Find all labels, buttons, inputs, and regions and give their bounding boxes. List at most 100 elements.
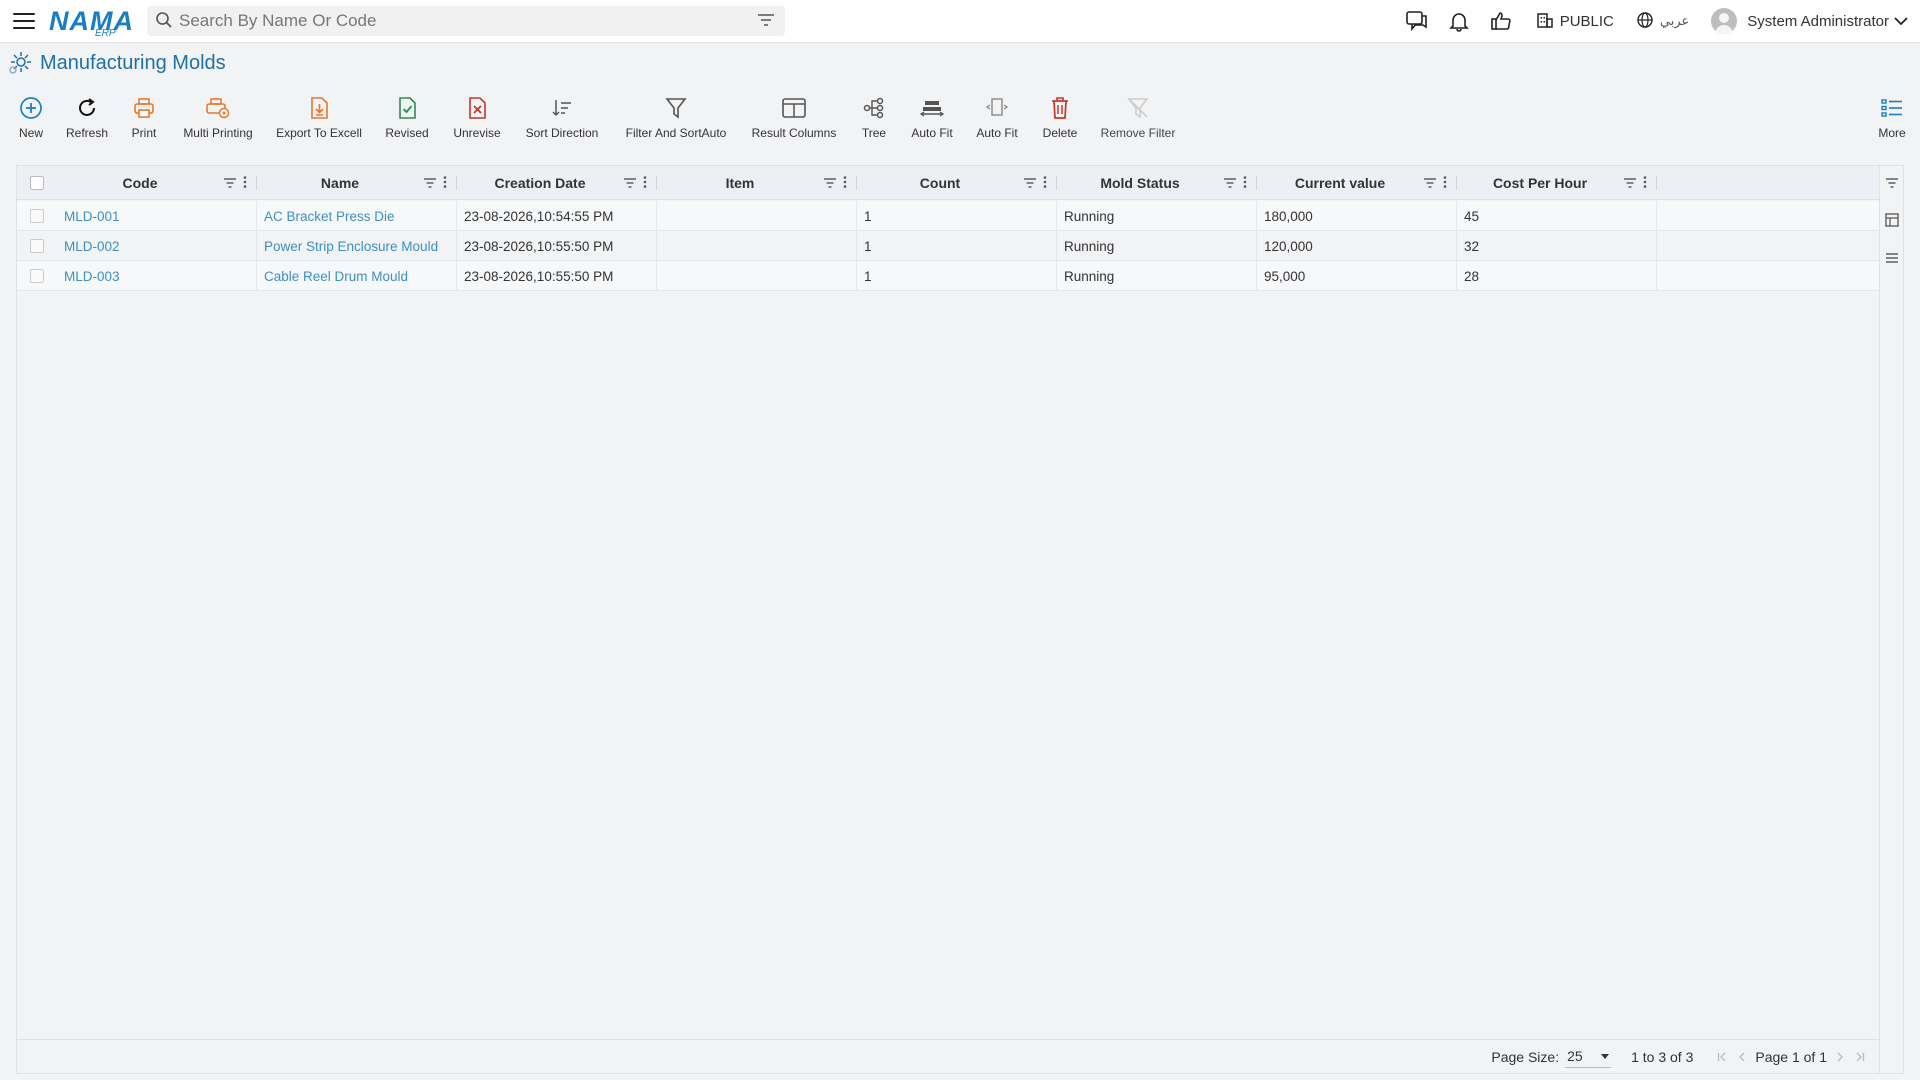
revised-button[interactable]: Revised bbox=[372, 84, 442, 154]
export-excel-button[interactable]: Export To Excell bbox=[266, 84, 372, 154]
cell-creation-date: 23-08-2026,10:55:50 PM bbox=[457, 261, 657, 291]
column-menu-icon[interactable] bbox=[243, 175, 247, 191]
more-button[interactable]: More bbox=[1870, 84, 1914, 154]
multi-printing-button[interactable]: Multi Printing bbox=[170, 84, 266, 154]
logo-sub: ERP bbox=[95, 28, 116, 39]
side-filter-icon[interactable] bbox=[1885, 176, 1899, 190]
page-size-select[interactable]: 25 bbox=[1565, 1046, 1612, 1068]
column-menu-icon[interactable] bbox=[1043, 175, 1047, 191]
cell-name[interactable]: AC Bracket Press Die bbox=[257, 201, 457, 231]
search-input[interactable] bbox=[179, 11, 757, 31]
column-filter-icon[interactable] bbox=[1623, 175, 1637, 191]
last-page-icon[interactable] bbox=[1853, 1050, 1867, 1064]
print-button[interactable]: Print bbox=[118, 84, 170, 154]
sort-direction-button[interactable]: Sort Direction bbox=[512, 84, 612, 154]
refresh-button[interactable]: Refresh bbox=[56, 84, 118, 154]
unrevise-button[interactable]: Unrevise bbox=[442, 84, 512, 154]
language-label: عربي bbox=[1659, 13, 1690, 28]
select-all-checkbox[interactable] bbox=[30, 176, 44, 190]
column-filter-icon[interactable] bbox=[1423, 175, 1437, 191]
column-header-mold-status[interactable]: Mold Status bbox=[1057, 166, 1257, 200]
auto-fit-label: Auto Fit bbox=[911, 126, 953, 140]
cell-mold-status: Running bbox=[1057, 261, 1257, 291]
column-menu-icon[interactable] bbox=[443, 175, 447, 191]
funnel-icon bbox=[664, 94, 688, 122]
globe-icon bbox=[1636, 11, 1654, 32]
row-checkbox[interactable] bbox=[30, 209, 44, 223]
chevron-down-icon bbox=[1894, 14, 1908, 29]
column-header-label: Code bbox=[122, 175, 158, 191]
file-check-icon bbox=[396, 94, 418, 122]
branch-selector[interactable]: PUBLIC bbox=[1536, 11, 1614, 32]
export-excel-label: Export To Excell bbox=[276, 126, 362, 140]
table-row[interactable]: MLD-003 Cable Reel Drum Mould 23-08-2026… bbox=[17, 261, 1879, 291]
delete-button[interactable]: Delete bbox=[1030, 84, 1090, 154]
tree-button[interactable]: Tree bbox=[848, 84, 900, 154]
column-filter-icon[interactable] bbox=[623, 175, 637, 191]
column-header-current-value[interactable]: Current value bbox=[1257, 166, 1457, 200]
multi-printer-icon bbox=[205, 94, 231, 122]
cell-creation-date: 23-08-2026,10:54:55 PM bbox=[457, 201, 657, 231]
row-checkbox[interactable] bbox=[30, 269, 44, 283]
row-checkbox[interactable] bbox=[30, 239, 44, 253]
column-header-name[interactable]: Name bbox=[257, 166, 457, 200]
next-page-icon[interactable] bbox=[1833, 1050, 1847, 1064]
column-header-count[interactable]: Count bbox=[857, 166, 1057, 200]
language-selector[interactable]: عربي bbox=[1636, 11, 1689, 32]
first-page-icon[interactable] bbox=[1715, 1050, 1729, 1064]
column-header-code[interactable]: Code bbox=[57, 166, 257, 200]
auto-fit-button[interactable]: Auto Fit bbox=[900, 84, 964, 154]
cell-name[interactable]: Power Strip Enclosure Mould bbox=[257, 231, 457, 261]
column-header-label: Mold Status bbox=[1100, 175, 1180, 191]
thumbs-up-icon[interactable] bbox=[1488, 8, 1514, 34]
column-menu-icon[interactable] bbox=[843, 175, 847, 191]
prev-page-icon[interactable] bbox=[1735, 1050, 1749, 1064]
cell-mold-status: Running bbox=[1057, 201, 1257, 231]
new-button[interactable]: New bbox=[6, 84, 56, 154]
side-table-icon[interactable] bbox=[1885, 213, 1899, 227]
column-menu-icon[interactable] bbox=[1243, 175, 1247, 191]
column-header-cost-per-hour[interactable]: Cost Per Hour bbox=[1457, 166, 1657, 200]
column-filter-icon[interactable] bbox=[423, 175, 437, 191]
column-filter-icon[interactable] bbox=[1023, 175, 1037, 191]
filter-sort-button[interactable]: Filter And SortAuto bbox=[612, 84, 740, 154]
remove-filter-icon bbox=[1126, 94, 1150, 122]
cell-code[interactable]: MLD-003 bbox=[57, 261, 257, 291]
side-menu-icon[interactable] bbox=[1885, 251, 1899, 265]
remove-filter-button[interactable]: Remove Filter bbox=[1090, 84, 1186, 154]
auto-fit-columns-icon bbox=[985, 94, 1009, 122]
auto-fit-columns-button[interactable]: Auto Fit bbox=[964, 84, 1030, 154]
column-header-label: Creation Date bbox=[494, 175, 586, 191]
column-filter-icon[interactable] bbox=[1223, 175, 1237, 191]
app-logo[interactable]: NAMA ERP bbox=[49, 4, 133, 39]
cell-name[interactable]: Cable Reel Drum Mould bbox=[257, 261, 457, 291]
chat-icon[interactable] bbox=[1404, 8, 1430, 34]
table-row[interactable]: MLD-001 AC Bracket Press Die 23-08-2026,… bbox=[17, 201, 1879, 231]
delete-label: Delete bbox=[1042, 126, 1078, 140]
cell-code[interactable]: MLD-002 bbox=[57, 231, 257, 261]
column-menu-icon[interactable] bbox=[1643, 175, 1647, 191]
cell-code[interactable]: MLD-001 bbox=[57, 201, 257, 231]
column-filter-icon[interactable] bbox=[823, 175, 837, 191]
cell-item bbox=[657, 261, 857, 291]
column-filter-icon[interactable] bbox=[223, 175, 237, 191]
column-menu-icon[interactable] bbox=[1443, 175, 1447, 191]
bell-icon[interactable] bbox=[1446, 8, 1472, 34]
row-select-cell bbox=[17, 201, 57, 231]
user-menu[interactable]: System Administrator bbox=[1711, 8, 1908, 34]
result-columns-button[interactable]: Result Columns bbox=[740, 84, 848, 154]
column-header-item[interactable]: Item bbox=[657, 166, 857, 200]
column-header-creation-date[interactable]: Creation Date bbox=[457, 166, 657, 200]
more-label: More bbox=[1878, 126, 1906, 140]
data-grid: Code Name Creation Date Item Count Mold … bbox=[16, 165, 1904, 1074]
page-size-label: Page Size: bbox=[1491, 1048, 1560, 1065]
tree-icon bbox=[862, 94, 886, 122]
table-row[interactable]: MLD-002 Power Strip Enclosure Mould 23-0… bbox=[17, 231, 1879, 261]
refresh-label: Refresh bbox=[65, 126, 109, 140]
hamburger-menu-icon[interactable] bbox=[13, 13, 35, 29]
filter-lines-icon[interactable] bbox=[757, 13, 775, 30]
unrevise-label: Unrevise bbox=[453, 126, 501, 140]
column-menu-icon[interactable] bbox=[643, 175, 647, 191]
cell-current-value: 180,000 bbox=[1257, 201, 1457, 231]
sort-icon bbox=[551, 94, 573, 122]
